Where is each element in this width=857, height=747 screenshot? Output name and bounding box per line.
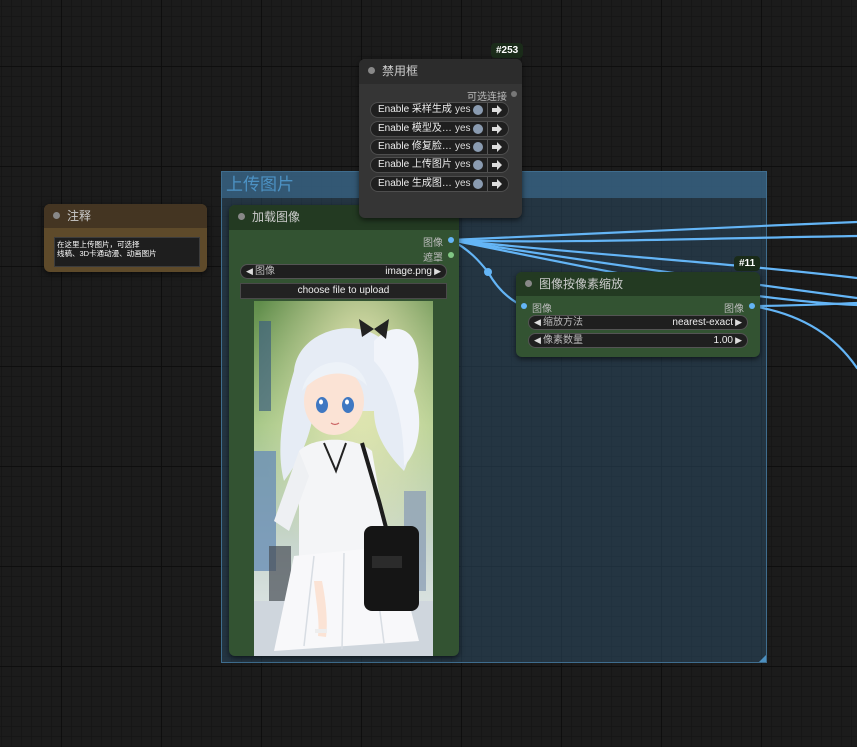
megapixels-number-widget[interactable]: ◀ 像素数量 1.00 ▶	[528, 333, 748, 348]
toggle-knob-icon[interactable]	[473, 142, 483, 152]
collapse-dot-icon[interactable]	[53, 212, 60, 219]
toggle-knob-icon[interactable]	[473, 105, 483, 115]
megapixels-value: 1.00	[713, 335, 733, 346]
output-slot-image[interactable]	[749, 303, 755, 309]
navigate-arrow-icon[interactable]	[491, 159, 503, 171]
note-textarea[interactable]: 在这里上传图片，可选择 线稿、3D卡通动漫、动画图片	[54, 237, 200, 267]
toggle-divider	[487, 122, 488, 136]
upload-button[interactable]: choose file to upload	[240, 283, 447, 299]
image-scale-node-header[interactable]: 图像按像素缩放	[516, 272, 760, 296]
output-slot-image-label: 图像	[724, 304, 744, 315]
collapse-dot-icon[interactable]	[238, 213, 245, 220]
arrow-right-icon[interactable]: ▶	[434, 265, 441, 278]
toggle-label: Enable 生成图…	[378, 178, 452, 189]
arrow-left-icon[interactable]: ◀	[246, 265, 253, 278]
navigate-arrow-icon[interactable]	[491, 178, 503, 190]
toggle-knob-icon[interactable]	[473, 124, 483, 134]
output-slot-optional[interactable]	[511, 91, 517, 97]
image-select-label: 图像	[255, 266, 275, 277]
toggle-label: Enable 上传图片	[378, 159, 452, 170]
toggle-knob-icon[interactable]	[473, 179, 483, 189]
input-slot-image-label: 图像	[532, 304, 552, 315]
collapse-dot-icon[interactable]	[368, 67, 375, 74]
toggle-divider	[487, 140, 488, 154]
mute-node-header[interactable]: 禁用框	[359, 59, 522, 84]
arrow-right-icon[interactable]: ▶	[735, 316, 742, 329]
toggle-knob-icon[interactable]	[473, 160, 483, 170]
output-slot-mask[interactable]	[448, 252, 454, 258]
output-slot-mask-label: 遮罩	[423, 253, 443, 264]
mute-node[interactable]: 禁用框 可选连接 Enable 采样生成 yes Enable 模型及… yes…	[359, 59, 522, 218]
output-slot-image[interactable]	[448, 237, 454, 243]
load-image-node[interactable]: 加载图像 图像 遮罩 ◀ 图像 image.png ▶ choose file …	[229, 205, 459, 656]
toggle-sampling[interactable]: Enable 采样生成 yes	[370, 102, 509, 118]
toggle-value: yes	[455, 141, 471, 152]
note-node[interactable]: 注释 在这里上传图片，可选择 线稿、3D卡通动漫、动画图片	[44, 204, 207, 272]
image-select-widget[interactable]: ◀ 图像 image.png ▶	[240, 264, 447, 279]
toggle-value: yes	[455, 123, 471, 134]
toggle-divider	[487, 158, 488, 172]
node-id-badge: #11	[734, 256, 761, 271]
megapixels-label: 像素数量	[543, 335, 583, 346]
arrow-left-icon[interactable]: ◀	[534, 334, 541, 347]
image-scale-node[interactable]: 图像按像素缩放 图像 图像 ◀ 缩放方法 nearest-exact ▶ ◀ 像…	[516, 272, 760, 357]
link-wire	[750, 304, 857, 370]
toggle-generate-image[interactable]: Enable 生成图… yes	[370, 176, 509, 192]
toggle-value: yes	[455, 159, 471, 170]
link-wire	[750, 301, 857, 308]
image-preview	[254, 301, 433, 656]
toggle-upload-image[interactable]: Enable 上传图片 yes	[370, 157, 509, 173]
mute-node-title: 禁用框	[382, 64, 419, 78]
upscale-method-label: 缩放方法	[543, 317, 583, 328]
anime-girl-image	[254, 301, 433, 656]
image-select-value: image.png	[385, 266, 432, 277]
toggle-value: yes	[455, 178, 471, 189]
node-id-badge: #253	[491, 43, 524, 58]
note-node-header[interactable]: 注释	[44, 204, 207, 228]
toggle-face-fix[interactable]: Enable 修复脸… yes	[370, 139, 509, 155]
toggle-value: yes	[455, 104, 471, 115]
toggle-label: Enable 修复脸…	[378, 141, 452, 152]
output-slot-image-label: 图像	[423, 238, 443, 249]
upscale-method-select[interactable]: ◀ 缩放方法 nearest-exact ▶	[528, 315, 748, 330]
load-image-node-title: 加载图像	[252, 210, 301, 224]
navigate-arrow-icon[interactable]	[491, 123, 503, 135]
note-node-title: 注释	[67, 209, 92, 223]
navigate-arrow-icon[interactable]	[491, 104, 503, 116]
input-slot-image[interactable]	[521, 303, 527, 309]
group-title: 上传图片	[226, 175, 294, 194]
toggle-label: Enable 采样生成	[378, 104, 452, 115]
output-slot-optional-label: 可选连接	[467, 92, 507, 103]
toggle-divider	[487, 177, 488, 191]
group-resize-handle[interactable]	[759, 655, 766, 662]
navigate-arrow-icon[interactable]	[491, 141, 503, 153]
arrow-right-icon[interactable]: ▶	[735, 334, 742, 347]
arrow-left-icon[interactable]: ◀	[534, 316, 541, 329]
toggle-label: Enable 模型及…	[378, 123, 452, 134]
toggle-divider	[487, 103, 488, 117]
upscale-method-value: nearest-exact	[672, 317, 733, 328]
image-scale-node-title: 图像按像素缩放	[539, 277, 624, 291]
collapse-dot-icon[interactable]	[525, 280, 532, 287]
toggle-model[interactable]: Enable 模型及… yes	[370, 121, 509, 137]
